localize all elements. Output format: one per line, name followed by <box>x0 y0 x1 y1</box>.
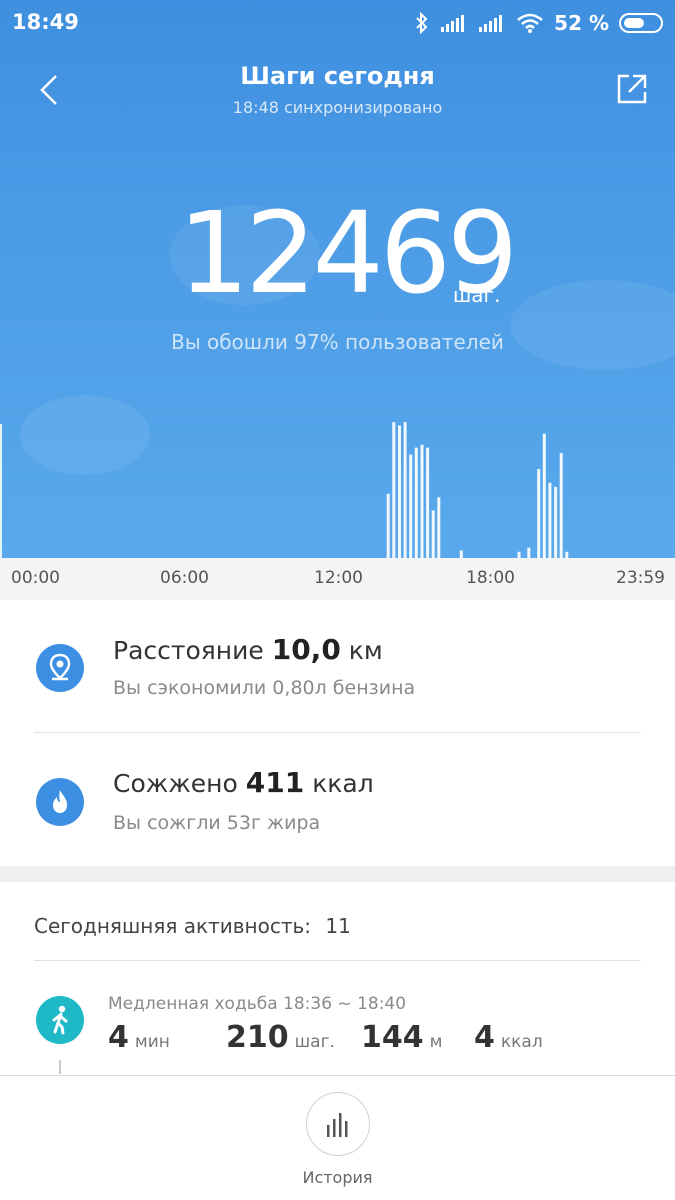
activity-distance: 144 м <box>361 1020 442 1055</box>
distance-label: Расстояние <box>113 636 264 665</box>
chart-bar <box>537 469 541 558</box>
distance-title: Расстояние 10,0 км <box>113 633 383 666</box>
activity-count: 11 <box>325 914 351 938</box>
location-pin-icon <box>36 644 84 692</box>
chart-bar <box>431 510 435 558</box>
calories-subtext: Вы сожгли 53г жира <box>113 812 321 834</box>
chart-bar <box>527 547 531 558</box>
chart-bar <box>386 493 390 558</box>
chart-bar <box>542 433 546 558</box>
x-tick-label: 00:00 <box>11 568 60 588</box>
flame-icon <box>36 778 84 826</box>
x-tick-label: 12:00 <box>314 568 363 588</box>
distance-unit: км <box>348 636 383 665</box>
metric-unit: мин <box>134 1032 170 1052</box>
walking-person-icon <box>36 996 84 1044</box>
calories-value: 411 <box>245 766 305 799</box>
x-tick-label: 06:00 <box>160 568 209 588</box>
steps-chart <box>0 422 569 558</box>
chart-bar <box>414 447 418 558</box>
history-label: История <box>302 1168 373 1187</box>
chart-bar <box>420 444 424 558</box>
chart-edge-line <box>0 424 2 558</box>
section-separator <box>0 866 675 882</box>
chart-bar <box>409 454 413 558</box>
chart-bar <box>403 422 407 558</box>
metric-value: 210 <box>226 1020 289 1055</box>
metric-unit: ккал <box>500 1032 543 1052</box>
calories-label: Сожжено <box>113 769 238 798</box>
x-tick-label: 18:00 <box>466 568 515 588</box>
divider <box>34 732 641 733</box>
chart-bar <box>437 497 441 558</box>
metric-unit: м <box>429 1032 443 1052</box>
calories-title: Сожжено 411 ккал <box>113 766 374 799</box>
calories-unit: ккал <box>312 769 374 798</box>
activity-header-label: Сегодняшняя активность: <box>34 914 312 938</box>
chart-bar <box>548 482 552 558</box>
stats-card: Расстояние 10,0 км Вы сэкономили 0,80л б… <box>0 600 675 866</box>
distance-subtext: Вы сэкономили 0,80л бензина <box>113 677 416 699</box>
metric-value: 144 <box>361 1020 424 1055</box>
chart-bar <box>392 422 396 558</box>
activity-header: Сегодняшняя активность: 11 <box>34 914 351 938</box>
distance-value: 10,0 <box>271 633 341 666</box>
chart-bar <box>426 447 430 558</box>
divider <box>34 960 641 961</box>
activity-steps: 210 шаг. <box>226 1020 335 1055</box>
history-button[interactable] <box>306 1092 370 1156</box>
chart-bar <box>459 550 463 558</box>
activity-title: Медленная ходьба 18:36 ~ 18:40 <box>108 994 407 1014</box>
metric-value: 4 <box>474 1020 495 1055</box>
chart-bar <box>559 453 563 558</box>
timeline-connector <box>59 1060 61 1074</box>
chart-bar <box>554 486 558 558</box>
chart-bar <box>398 425 401 558</box>
metric-unit: шаг. <box>294 1032 335 1052</box>
x-tick-label: 23:59 <box>616 568 665 588</box>
activity-duration: 4 мин <box>108 1020 170 1055</box>
bottom-bar: История <box>0 1075 675 1200</box>
metric-value: 4 <box>108 1020 129 1055</box>
hero-panel: 18:49 52 % Шаги сегодня 18:48 синхронизи… <box>0 0 675 558</box>
activity-calories: 4 ккал <box>474 1020 543 1055</box>
bar-chart-icon <box>327 1113 348 1137</box>
chart-axis: 00:00 06:00 12:00 18:00 23:59 <box>0 558 675 600</box>
